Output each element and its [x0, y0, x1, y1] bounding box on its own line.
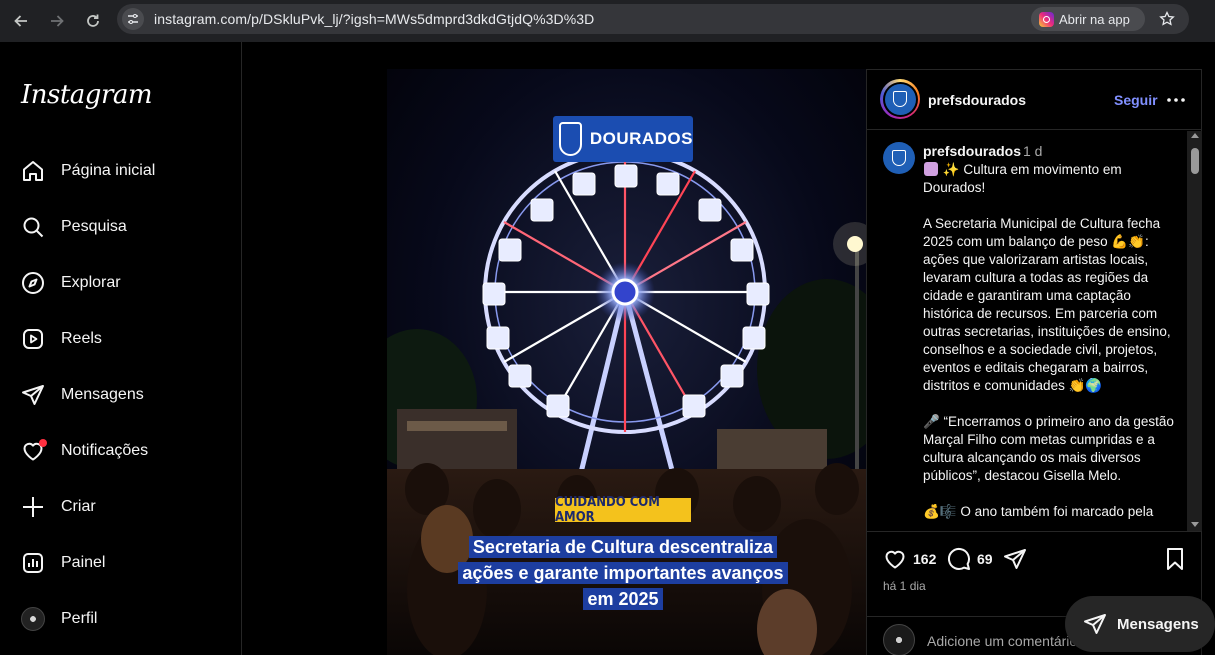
back-arrow-icon: [14, 15, 27, 27]
notification-dot: [39, 439, 47, 447]
city-crest-icon: [893, 91, 907, 107]
caption-line: 🎤 “Encerramos o primeiro ano da gestão M…: [923, 414, 1174, 483]
sidebar: Instagram Página inicial Pesquisa Explor…: [0, 42, 242, 655]
sidebar-item-label: Perfil: [61, 610, 98, 627]
reload-button[interactable]: [78, 6, 108, 36]
post-time[interactable]: há 1 dia: [883, 579, 926, 593]
caption-line: ✨ Cultura em movimento em Dourados!: [923, 162, 1122, 195]
sidebar-item-profile[interactable]: Perfil: [20, 604, 97, 634]
reels-icon: [20, 326, 46, 352]
current-user-avatar: [883, 624, 915, 655]
comment-input[interactable]: Adicione um comentário...: [927, 633, 1089, 649]
comments-count[interactable]: 69: [977, 551, 993, 567]
back-button[interactable]: [6, 6, 36, 36]
more-options-button[interactable]: [1166, 90, 1186, 110]
caption-paragraph: A Secretaria Municipal de Cultura fecha …: [923, 216, 1171, 393]
post-image[interactable]: DOURADOS CUIDANDO COM AMOR Secretaria de…: [387, 69, 866, 655]
sidebar-item-label: Criar: [61, 498, 96, 515]
bookmark-icon: [1167, 548, 1183, 570]
reload-icon: [87, 14, 99, 27]
messenger-icon: [20, 382, 46, 408]
forward-arrow-icon: [51, 15, 64, 27]
sidebar-item-label: Painel: [61, 554, 106, 571]
post-panel: prefsdourados Seguir prefsdourados 1 d ✨…: [866, 69, 1202, 655]
home-icon: [20, 158, 46, 184]
address-bar[interactable]: instagram.com/p/DSkluPvk_lj/?igsh=MWs5dm…: [117, 4, 1189, 34]
image-tag: CUIDANDO COM AMOR: [555, 495, 691, 525]
scroll-down-arrow-icon[interactable]: [1191, 522, 1199, 527]
save-button[interactable]: [1163, 547, 1187, 571]
sidebar-item-label: Reels: [61, 330, 102, 347]
sidebar-item-label: Explorar: [61, 274, 121, 291]
theater-masks-emoji-icon: [924, 162, 938, 176]
open-in-app-button[interactable]: Abrir na app: [1031, 7, 1145, 31]
image-headline-text: Secretaria de Cultura descentraliza açõe…: [458, 536, 788, 610]
star-icon: [1159, 11, 1175, 26]
dashboard-icon: [20, 550, 46, 576]
author-username[interactable]: prefsdourados: [928, 92, 1026, 108]
url-text[interactable]: instagram.com/p/DSkluPvk_lj/?igsh=MWs5dm…: [154, 11, 594, 27]
comment-button[interactable]: 69: [947, 547, 993, 571]
heart-icon: [885, 550, 905, 569]
city-crest-icon: [892, 150, 906, 166]
browser-toolbar: instagram.com/p/DSkluPvk_lj/?igsh=MWs5dm…: [0, 0, 1215, 42]
caption-scrollbar[interactable]: [1187, 131, 1202, 531]
image-headline: Secretaria de Cultura descentraliza açõe…: [447, 534, 799, 612]
forward-button[interactable]: [42, 6, 72, 36]
profile-avatar: [20, 606, 46, 632]
sidebar-item-search[interactable]: Pesquisa: [20, 212, 127, 242]
share-button[interactable]: [1003, 547, 1027, 571]
sidebar-item-home[interactable]: Página inicial: [20, 156, 155, 186]
author-avatar[interactable]: [880, 79, 920, 119]
search-icon: [20, 214, 46, 240]
messages-floating-button[interactable]: Mensagens: [1065, 596, 1215, 652]
caption-time[interactable]: 1 d: [1023, 143, 1042, 159]
scroll-thumb[interactable]: [1191, 148, 1199, 174]
brand-badge: DOURADOS: [553, 116, 693, 162]
caption-scroll-area[interactable]: prefsdourados 1 d ✨ Cultura em movimento…: [867, 131, 1187, 531]
follow-button[interactable]: Seguir: [1114, 92, 1158, 108]
sidebar-item-messages[interactable]: Mensagens: [20, 380, 144, 410]
like-button[interactable]: 162: [883, 547, 936, 571]
likes-count[interactable]: 162: [913, 551, 936, 567]
sidebar-item-explore[interactable]: Explorar: [20, 268, 121, 298]
sidebar-item-notifications[interactable]: Notificações: [20, 436, 148, 466]
post-header: prefsdourados Seguir: [867, 70, 1202, 130]
instagram-icon: [1039, 11, 1054, 27]
compass-icon: [20, 270, 46, 296]
caption-line: 💰🎼 O ano também foi marcado pela: [923, 504, 1154, 519]
caption-paragraph: 🎤 “Encerramos o primeiro ano da gestão M…: [923, 413, 1181, 485]
site-info-icon: [128, 14, 138, 24]
sidebar-item-label: Pesquisa: [61, 218, 127, 235]
bookmark-star-button[interactable]: [1157, 9, 1177, 29]
caption-paragraph: 💰🎼 O ano também foi marcado pela: [923, 503, 1181, 521]
instagram-logo[interactable]: Instagram: [21, 80, 153, 110]
caption-username[interactable]: prefsdourados: [923, 143, 1021, 159]
plus-icon: [20, 494, 46, 520]
messages-floating-label: Mensagens: [1117, 615, 1199, 633]
messenger-icon: [1084, 614, 1106, 634]
city-crest-icon: [559, 122, 582, 156]
sidebar-item-dashboard[interactable]: Painel: [20, 548, 105, 578]
sidebar-item-label: Mensagens: [61, 386, 144, 403]
scroll-up-arrow-icon[interactable]: [1191, 133, 1199, 138]
sidebar-item-label: Página inicial: [61, 162, 156, 179]
share-icon: [1004, 549, 1026, 569]
caption-avatar[interactable]: [883, 142, 915, 174]
heart-icon: [20, 438, 47, 464]
comment-icon: [947, 547, 970, 570]
site-info-button[interactable]: [122, 8, 144, 30]
caption-text: ✨ Cultura em movimento em Dourados! A Se…: [923, 161, 1181, 531]
open-in-app-label: Abrir na app: [1059, 11, 1130, 27]
sidebar-item-label: Notificações: [61, 442, 149, 459]
sidebar-item-create[interactable]: Criar: [20, 492, 96, 522]
more-horizontal-icon: [1167, 98, 1185, 102]
brand-name: DOURADOS: [589, 129, 693, 148]
sidebar-item-reels[interactable]: Reels: [20, 324, 102, 354]
caption-paragraph: ✨ Cultura em movimento em Dourados!: [923, 161, 1181, 197]
